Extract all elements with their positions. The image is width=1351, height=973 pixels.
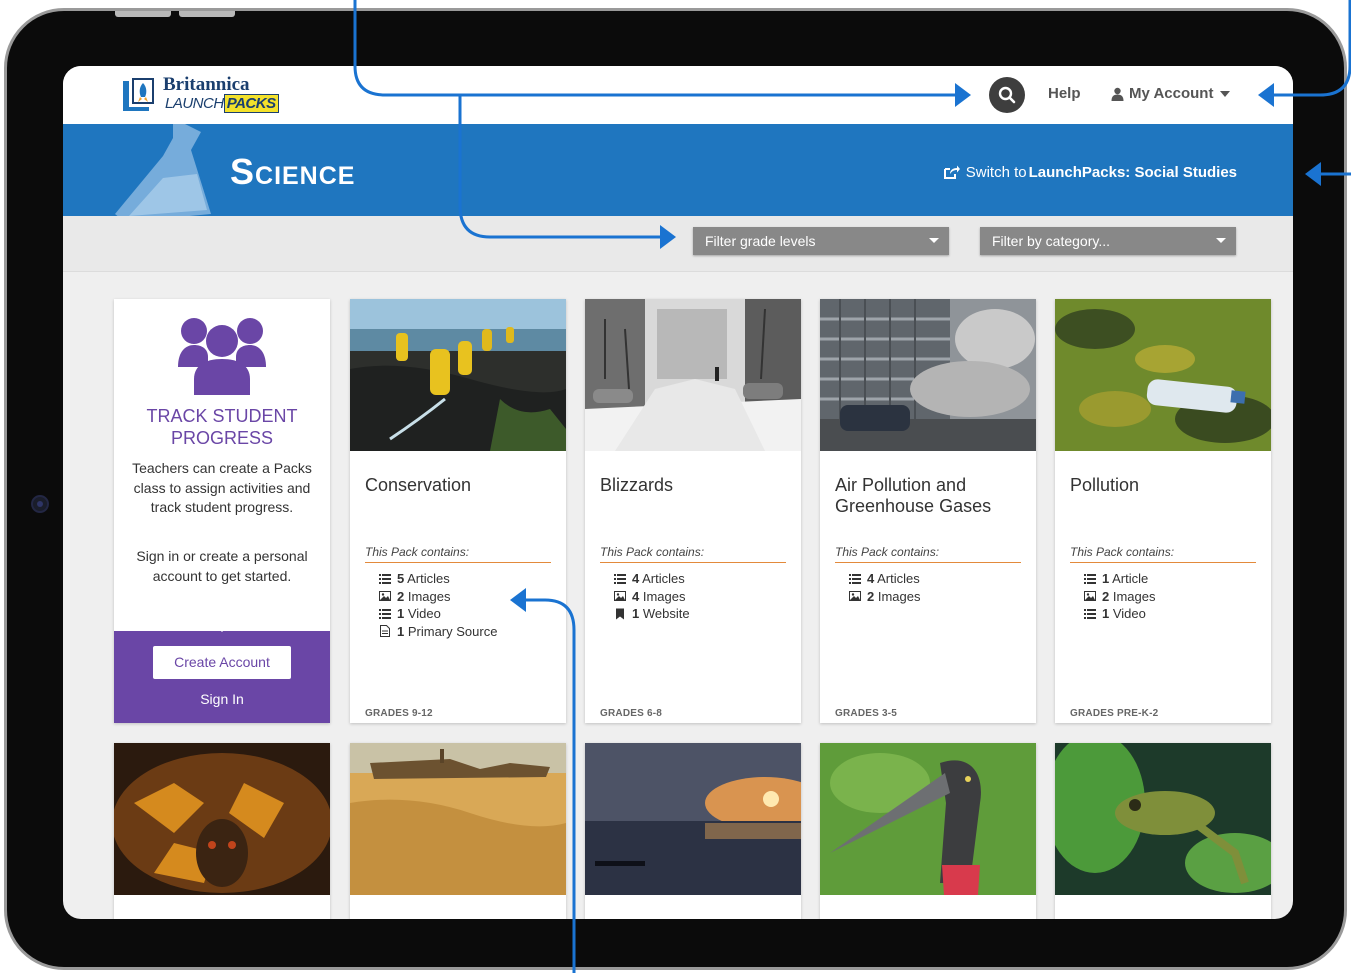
pack-title: Pollution bbox=[1070, 475, 1140, 495]
pack-card-bird[interactable] bbox=[820, 743, 1036, 919]
chevron-down-icon bbox=[1220, 90, 1231, 97]
track-actions: Create Account Sign In bbox=[114, 631, 330, 723]
list-icon bbox=[379, 573, 391, 584]
sunset-photo bbox=[585, 743, 801, 895]
screen: Britannica LAUNCH PACKS Help My Account S… bbox=[63, 66, 1293, 919]
britannica-launchpacks-logo[interactable]: Britannica LAUNCH PACKS bbox=[119, 74, 279, 115]
flask-icon bbox=[115, 124, 211, 216]
track-signin-prompt: Sign in or create a personal account to … bbox=[136, 548, 308, 584]
my-account-menu[interactable]: My Account bbox=[1111, 85, 1231, 102]
my-account-label: My Account bbox=[1129, 85, 1214, 102]
pack-title: Air Pollution and Greenhouse Gases bbox=[835, 475, 992, 516]
pack-contains-label: This Pack contains: bbox=[1070, 545, 1256, 563]
switch-prefix: Switch to bbox=[965, 164, 1027, 181]
science-banner: Science Switch to LaunchPacks: Social St… bbox=[63, 124, 1293, 216]
pack-card-sunset[interactable] bbox=[585, 743, 801, 919]
list-icon bbox=[1084, 573, 1096, 584]
search-icon bbox=[998, 86, 1016, 104]
category-filter[interactable]: Filter by category... bbox=[980, 227, 1236, 255]
pack-item: 1 Video bbox=[1084, 605, 1156, 623]
pollution-photo bbox=[1055, 299, 1271, 451]
pack-grades: GRADES PRE-K-2 bbox=[1070, 708, 1159, 719]
user-icon bbox=[1111, 87, 1124, 101]
filter-bar: Filter grade levels Filter by category..… bbox=[63, 216, 1293, 272]
switch-target: LaunchPacks: Social Studies bbox=[1028, 164, 1237, 181]
turtle-photo bbox=[114, 743, 330, 895]
launchpacks-logo-icon bbox=[123, 78, 154, 111]
pack-contains-label: This Pack contains: bbox=[600, 545, 786, 563]
help-link[interactable]: Help bbox=[1048, 85, 1081, 102]
notch bbox=[215, 625, 229, 632]
top-bar: Britannica LAUNCH PACKS Help My Account bbox=[63, 66, 1293, 124]
page-title: Science bbox=[230, 151, 356, 192]
desert-photo bbox=[350, 743, 566, 895]
create-account-button[interactable]: Create Account bbox=[153, 646, 291, 679]
list-icon bbox=[849, 573, 861, 584]
track-progress-card: TRACK STUDENT PROGRESS Teachers can crea… bbox=[114, 299, 330, 723]
pack-contents-list: 1 Article 2 Images 1 Video bbox=[1084, 570, 1156, 623]
pack-item: 1 Primary Source bbox=[379, 623, 497, 641]
conservation-photo bbox=[350, 299, 566, 451]
image-icon bbox=[1084, 591, 1096, 602]
pack-item: 1 Video bbox=[379, 605, 497, 623]
pack-title: Blizzards bbox=[600, 475, 674, 495]
pack-grades: GRADES 3-5 bbox=[835, 708, 898, 719]
volume-button bbox=[115, 11, 171, 17]
pack-item: 2 Images bbox=[849, 588, 921, 606]
pack-contents-list: 4 Articles 4 Images 1 Website bbox=[614, 570, 690, 623]
bird-photo bbox=[820, 743, 1036, 895]
volume-button bbox=[179, 11, 235, 17]
pack-item: 4 Articles bbox=[614, 570, 690, 588]
pack-item: 2 Images bbox=[379, 588, 497, 606]
blizzards-photo bbox=[585, 299, 801, 451]
image-icon bbox=[614, 591, 626, 602]
air-pollution-photo bbox=[820, 299, 1036, 451]
pack-card-air-pollution[interactable]: Air Pollution and Greenhouse Gases This … bbox=[820, 299, 1036, 723]
pack-item: 4 Articles bbox=[849, 570, 921, 588]
switch-collection-link[interactable]: Switch to LaunchPacks: Social Studies bbox=[943, 164, 1237, 181]
external-switch-icon bbox=[943, 165, 960, 179]
track-description: Teachers can create a Packs class to ass… bbox=[132, 460, 312, 515]
pack-card-frog[interactable] bbox=[1055, 743, 1271, 919]
bookmark-icon bbox=[616, 608, 624, 620]
search-button[interactable] bbox=[989, 77, 1025, 113]
pack-item: 1 Article bbox=[1084, 570, 1156, 588]
pack-card-pollution[interactable]: Pollution This Pack contains: 1 Article … bbox=[1055, 299, 1271, 723]
pack-item: 5 Articles bbox=[379, 570, 497, 588]
pack-grades: GRADES 6-8 bbox=[600, 708, 663, 719]
pack-item: 1 Website bbox=[614, 605, 690, 623]
pack-card-blizzards[interactable]: Blizzards This Pack contains: 4 Articles… bbox=[585, 299, 801, 723]
pack-card-turtle[interactable] bbox=[114, 743, 330, 919]
pack-card-desert[interactable] bbox=[350, 743, 566, 919]
category-filter-placeholder: Filter by category... bbox=[992, 233, 1111, 249]
pack-contents-list: 4 Articles 2 Images bbox=[849, 570, 921, 605]
logo-text-britannica: Britannica bbox=[163, 74, 250, 95]
pack-contains-label: This Pack contains: bbox=[365, 545, 551, 563]
pack-contains-label: This Pack contains: bbox=[835, 545, 1021, 563]
list-icon bbox=[379, 608, 391, 619]
group-users-icon bbox=[178, 318, 266, 395]
grade-level-filter[interactable]: Filter grade levels bbox=[693, 227, 949, 255]
document-icon bbox=[380, 625, 390, 638]
pack-item: 4 Images bbox=[614, 588, 690, 606]
pack-item: 2 Images bbox=[1084, 588, 1156, 606]
chevron-down-icon bbox=[1216, 238, 1226, 243]
frog-photo bbox=[1055, 743, 1271, 895]
grade-level-filter-placeholder: Filter grade levels bbox=[705, 233, 816, 249]
logo-text-launchpacks: LAUNCH PACKS bbox=[165, 94, 279, 113]
pack-title: Conservation bbox=[365, 475, 472, 495]
pack-grades: GRADES 9-12 bbox=[365, 708, 433, 719]
list-icon bbox=[614, 573, 626, 584]
camera bbox=[31, 495, 49, 513]
list-icon bbox=[1084, 608, 1096, 619]
sign-in-link[interactable]: Sign In bbox=[114, 691, 330, 707]
image-icon bbox=[379, 591, 391, 602]
track-title: TRACK STUDENT PROGRESS bbox=[146, 406, 298, 448]
pack-contents-list: 5 Articles 2 Images 1 Video 1 Primary So… bbox=[379, 570, 497, 640]
chevron-down-icon bbox=[929, 238, 939, 243]
pack-card-conservation[interactable]: Conservation This Pack contains: 5 Artic… bbox=[350, 299, 566, 723]
image-icon bbox=[849, 591, 861, 602]
